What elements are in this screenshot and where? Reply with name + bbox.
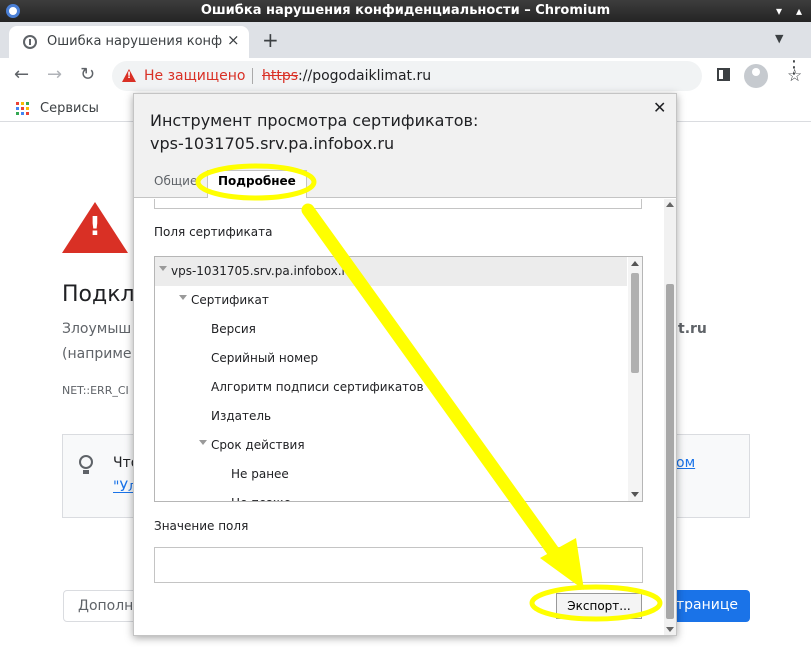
tab-general[interactable]: Общие xyxy=(154,174,197,188)
lightbulb-icon xyxy=(79,455,93,474)
error-heading: Подкл xyxy=(62,282,135,307)
url-text[interactable]: https://pogodaiklimat.ru xyxy=(262,68,431,84)
certificate-fields-label: Поля сертификата xyxy=(154,225,273,239)
tree-row[interactable]: vps-1031705.srv.pa.infobox.ru xyxy=(155,257,627,286)
tab-search-chevron-icon[interactable]: ▼ xyxy=(775,32,783,45)
tab-title: Ошибка нарушения конфи xyxy=(47,34,223,49)
apps-grid-dot xyxy=(21,102,24,105)
details-panel: Поля сертификата vps-1031705.srv.pa.info… xyxy=(134,199,664,635)
tree-scrollbar[interactable] xyxy=(628,257,642,501)
reload-button[interactable]: ↻ xyxy=(80,64,95,85)
scroll-up-arrow-icon[interactable] xyxy=(631,261,639,266)
not-secure-warning-icon[interactable]: ! xyxy=(122,69,136,82)
certificate-viewer-dialog: Инструмент просмотра сертификатов: vps-1… xyxy=(133,93,677,636)
apps-grid-dot xyxy=(26,102,29,105)
tree-row-label: Алгоритм подписи сертификатов xyxy=(211,380,424,394)
advanced-button[interactable]: Дополни xyxy=(63,590,143,622)
tab-strip: Ошибка нарушения конфи × + ▼ xyxy=(0,22,811,58)
certificate-fields-tree[interactable]: vps-1031705.srv.pa.infobox.ru Сертификат В… xyxy=(154,256,643,502)
tab-active[interactable]: Ошибка нарушения конфи × xyxy=(9,26,249,58)
apps-grid-dot xyxy=(26,112,29,115)
apps-grid-icon[interactable] xyxy=(16,102,30,116)
apps-grid-dot xyxy=(16,112,19,115)
error-code[interactable]: NET::ERR_CI xyxy=(62,384,129,397)
dialog-scroll-down-icon[interactable] xyxy=(666,627,674,632)
screen: Ошибка нарушения конфиденциальности – Ch… xyxy=(0,0,811,647)
export-button[interactable]: Экспорт... xyxy=(556,593,642,619)
large-warning-icon: ! xyxy=(62,202,128,253)
profile-avatar[interactable] xyxy=(744,64,768,88)
apps-grid-dot xyxy=(16,102,19,105)
window-titlebar: Ошибка нарушения конфиденциальности – Ch… xyxy=(0,0,811,22)
warning-favicon-icon xyxy=(23,35,37,49)
new-tab-button[interactable]: + xyxy=(262,28,279,52)
maximize-icon[interactable]: ▴ xyxy=(791,3,807,19)
minimize-icon[interactable]: ▾ xyxy=(771,3,787,19)
tree-row-label: Не позже xyxy=(231,496,291,501)
tree-row-label: Сертификат xyxy=(191,293,269,307)
address-bar[interactable]: ! Не защищено https://pogodaiklimat.ru ➤… xyxy=(112,61,802,91)
field-value-label: Значение поля xyxy=(154,519,249,533)
tree-scroll-thumb[interactable] xyxy=(631,273,639,373)
tree-row[interactable]: Сертификат xyxy=(155,286,627,315)
browser-toolbar: ← → ↻ ! Не защищено https://pogodaiklima… xyxy=(0,58,811,94)
security-label[interactable]: Не защищено xyxy=(144,68,245,84)
dialog-tab-bar: Общие Подробнее xyxy=(134,162,676,198)
tree-row[interactable]: Издатель xyxy=(155,402,627,431)
expand-arrow-icon[interactable] xyxy=(159,266,167,271)
dialog-subtitle-host: vps-1031705.srv.pa.infobox.ru xyxy=(150,134,395,153)
dialog-title: Инструмент просмотра сертификатов: xyxy=(150,111,479,130)
browser-menu-icon[interactable]: ⋮ xyxy=(785,59,803,77)
tab-details[interactable]: Подробнее xyxy=(207,170,307,198)
field-value-box[interactable] xyxy=(154,547,643,583)
tree-row-label: Издатель xyxy=(211,409,272,423)
tree-row-label: Срок действия xyxy=(211,438,305,452)
tree-row-label: Не ранее xyxy=(231,467,289,481)
error-description: Злоумыш xyxy=(62,321,132,337)
scroll-down-arrow-icon[interactable] xyxy=(631,492,639,497)
expand-arrow-icon[interactable] xyxy=(199,440,207,445)
url-host: ://pogodaiklimat.ru xyxy=(298,68,432,84)
apps-grid-dot xyxy=(26,107,29,110)
hierarchy-list-bottom[interactable] xyxy=(154,199,642,209)
apps-grid-dot xyxy=(21,107,24,110)
forward-button[interactable]: → xyxy=(47,64,62,85)
error-description-domain: t.ru xyxy=(678,321,707,337)
reading-list-icon[interactable] xyxy=(717,68,730,81)
back-button[interactable]: ← xyxy=(14,64,29,85)
tree-row[interactable]: Не ранее xyxy=(155,460,627,489)
expand-arrow-icon[interactable] xyxy=(179,295,187,300)
tree-row[interactable]: Алгоритм подписи сертификатов xyxy=(155,373,627,402)
apps-bookmark-label[interactable]: Сервисы xyxy=(40,101,99,116)
tab-close-icon[interactable]: × xyxy=(227,31,240,49)
omnibox-separator xyxy=(252,68,253,84)
tree-row-label: Версия xyxy=(211,322,256,336)
dialog-scrollbar[interactable] xyxy=(664,199,676,635)
tree-row-label: Серийный номер xyxy=(211,351,319,365)
tree-row[interactable]: Версия xyxy=(155,315,627,344)
url-scheme: https xyxy=(262,68,299,84)
apps-grid-dot xyxy=(16,107,19,110)
apps-grid-dot xyxy=(21,112,24,115)
dialog-header: Инструмент просмотра сертификатов: vps-1… xyxy=(134,94,676,162)
dialog-scroll-up-icon[interactable] xyxy=(666,202,674,207)
error-description-line2: (наприме xyxy=(62,346,132,362)
tree-row-label: vps-1031705.srv.pa.infobox.ru xyxy=(171,264,355,278)
tip-link-end[interactable]: ом xyxy=(676,455,695,471)
tree-row[interactable]: Серийный номер xyxy=(155,344,627,373)
tree-row[interactable]: Срок действия xyxy=(155,431,627,460)
tree-row[interactable]: Не позже xyxy=(155,489,627,501)
window-title: Ошибка нарушения конфиденциальности – Ch… xyxy=(200,3,611,18)
dialog-scroll-thumb[interactable] xyxy=(666,284,674,619)
close-icon[interactable]: ✕ xyxy=(653,98,666,117)
